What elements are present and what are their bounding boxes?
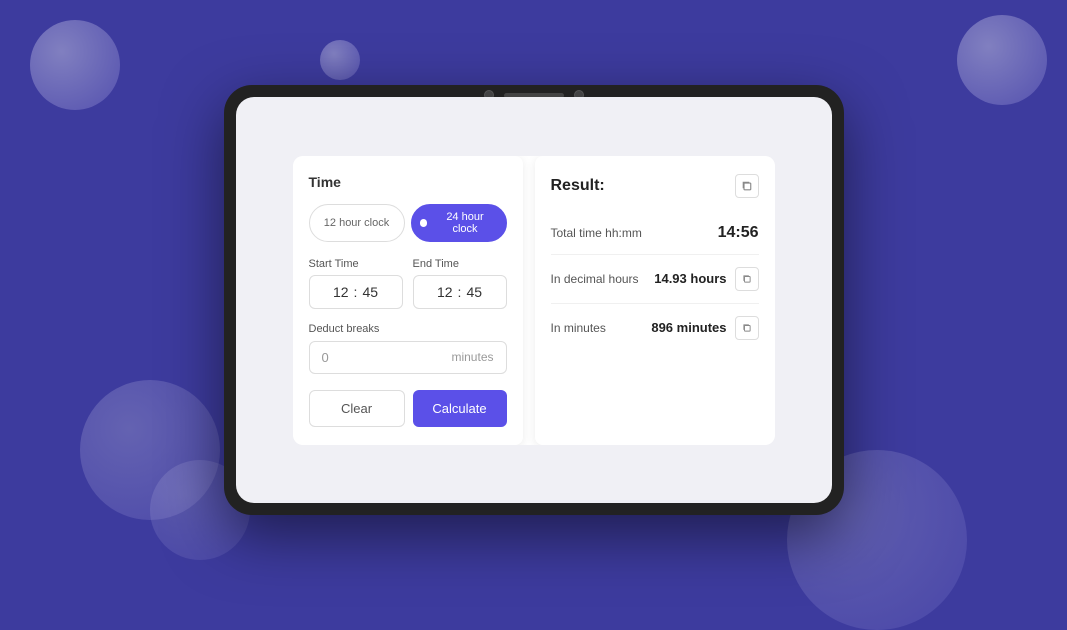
result-title: Result: <box>551 177 605 195</box>
clock-toggle-24h[interactable]: 24 hour clock <box>411 204 507 242</box>
end-time-input[interactable]: 12 : 45 <box>413 275 507 309</box>
result-panel: Result: Total time hh:mm 14:56 In de <box>535 156 775 445</box>
decimal-hours-row: In decimal hours 14.93 hours <box>551 255 759 304</box>
copy-minutes-button[interactable] <box>735 316 759 340</box>
deduct-value: 0 <box>322 350 329 365</box>
result-header: Result: <box>551 174 759 198</box>
end-time-field: End Time 12 : 45 <box>413 258 507 309</box>
clear-button[interactable]: Clear <box>309 390 405 427</box>
minutes-row: In minutes 896 minutes <box>551 304 759 352</box>
calculate-button[interactable]: Calculate <box>413 390 507 427</box>
start-hours: 12 <box>333 284 349 300</box>
start-time-colon: : <box>354 284 358 300</box>
copy-all-button[interactable] <box>735 174 759 198</box>
deduct-unit: minutes <box>451 350 493 364</box>
total-time-value: 14:56 <box>718 224 759 242</box>
decimal-hours-value: 14.93 hours <box>654 271 726 286</box>
copy-icon <box>741 180 753 192</box>
decimal-hours-label: In decimal hours <box>551 272 639 286</box>
total-time-label: Total time hh:mm <box>551 226 642 240</box>
end-time-label: End Time <box>413 258 507 270</box>
deduct-breaks-input[interactable]: 0 minutes <box>309 341 507 374</box>
total-time-row: Total time hh:mm 14:56 <box>551 212 759 255</box>
deduct-breaks-label: Deduct breaks <box>309 323 507 335</box>
copy-minutes-icon <box>742 323 752 333</box>
decimal-hours-value-group: 14.93 hours <box>654 267 758 291</box>
end-minutes: 45 <box>466 284 482 300</box>
copy-decimal-icon <box>742 274 752 284</box>
time-calculator-panel: Time 12 hour clock 24 hour clock Start T… <box>293 156 523 445</box>
minutes-label: In minutes <box>551 321 606 335</box>
time-inputs-row: Start Time 12 : 45 End Time 12 : 45 <box>309 258 507 309</box>
clock-toggle-group: 12 hour clock 24 hour clock <box>309 204 507 242</box>
end-hours: 12 <box>437 284 453 300</box>
clock-toggle-12h[interactable]: 12 hour clock <box>309 204 405 242</box>
bg-decorative-circle-3 <box>957 15 1047 105</box>
start-time-input[interactable]: 12 : 45 <box>309 275 403 309</box>
start-minutes: 45 <box>362 284 378 300</box>
tablet-frame: Time 12 hour clock 24 hour clock Start T… <box>224 85 844 515</box>
action-buttons: Clear Calculate <box>309 390 507 427</box>
minutes-value: 896 minutes <box>651 320 726 335</box>
end-time-colon: : <box>458 284 462 300</box>
bg-decorative-circle-1 <box>30 20 120 110</box>
panel-title: Time <box>309 174 507 190</box>
start-time-label: Start Time <box>309 258 403 270</box>
tablet-screen: Time 12 hour clock 24 hour clock Start T… <box>236 97 832 503</box>
start-time-field: Start Time 12 : 45 <box>309 258 403 309</box>
minutes-value-group: 896 minutes <box>651 316 758 340</box>
app-container: Time 12 hour clock 24 hour clock Start T… <box>293 156 775 445</box>
bg-decorative-circle-2 <box>320 40 360 80</box>
copy-decimal-button[interactable] <box>735 267 759 291</box>
